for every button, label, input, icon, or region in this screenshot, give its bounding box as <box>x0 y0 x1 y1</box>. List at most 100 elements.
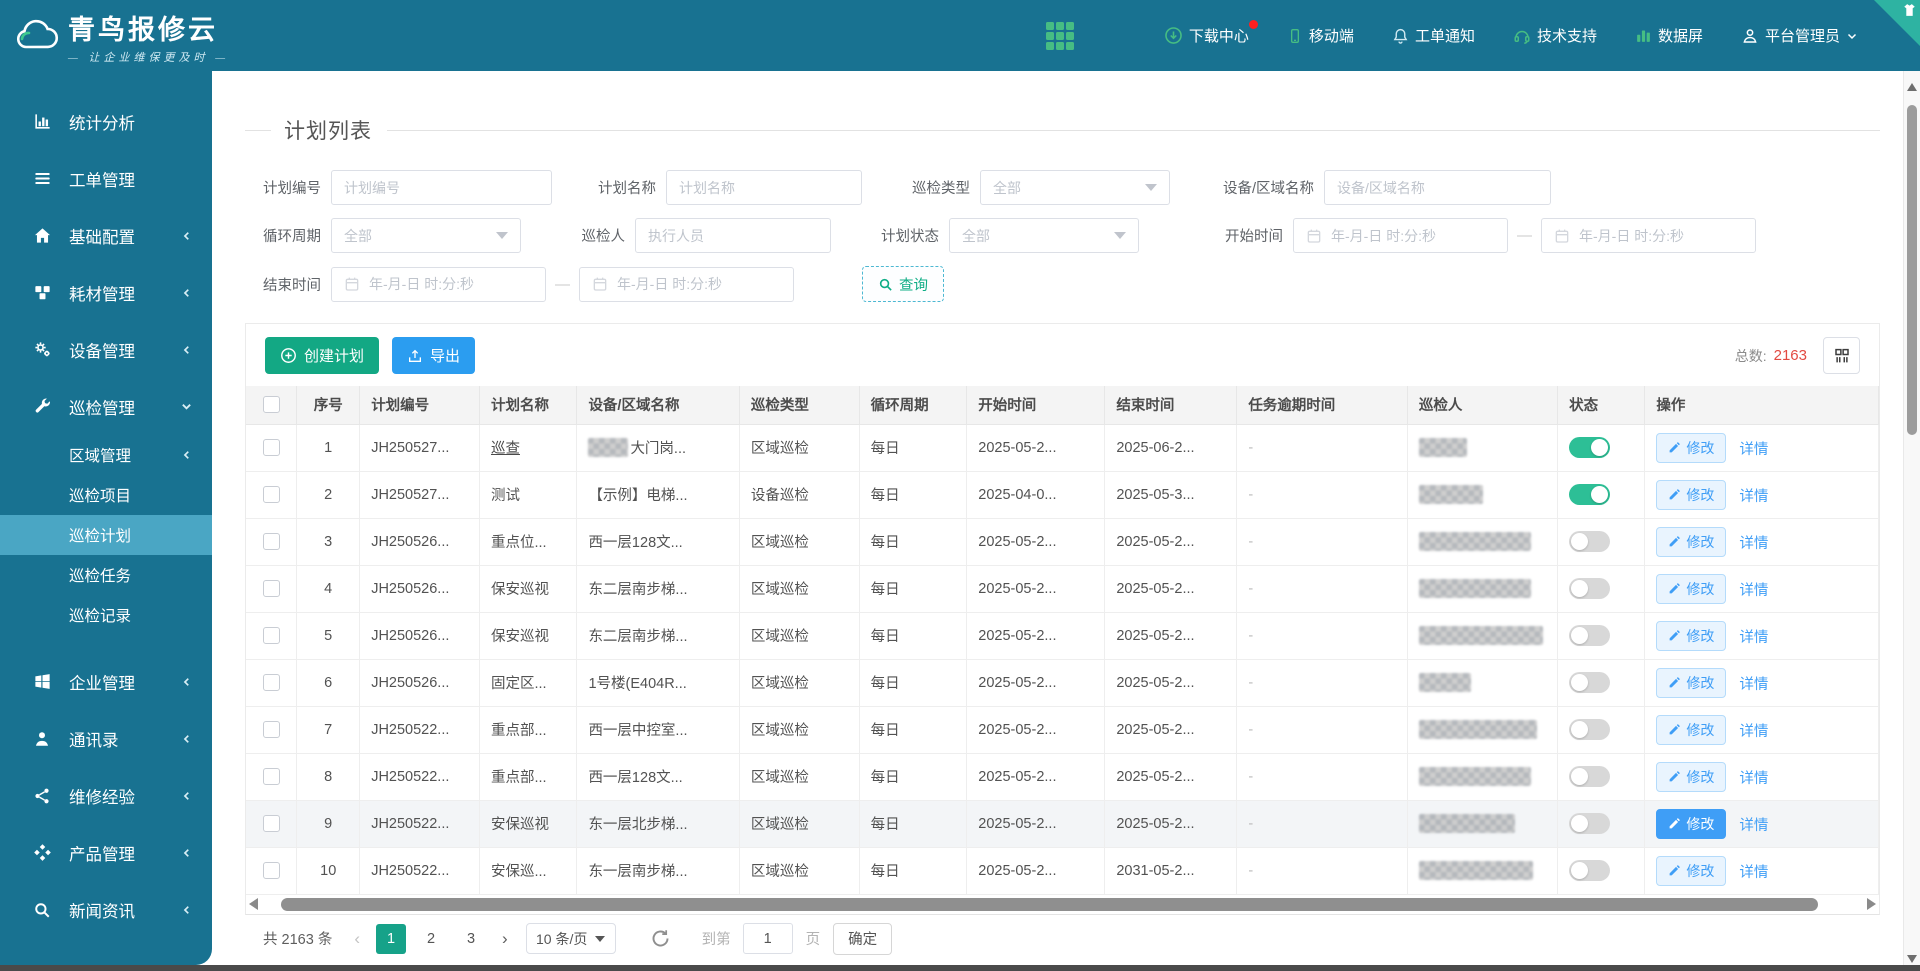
date-input-结束时间-2[interactable]: 年-月-日 时:分:秒 <box>579 267 794 302</box>
scroll-right-arrow-icon[interactable] <box>1867 898 1876 910</box>
row-checkbox[interactable] <box>263 674 280 691</box>
status-toggle[interactable] <box>1569 813 1610 834</box>
edit-button[interactable]: 修改 <box>1656 527 1726 557</box>
vertical-scroll-thumb[interactable] <box>1907 105 1917 435</box>
sidebar-item-巡检项目[interactable]: 巡检项目 <box>0 475 212 515</box>
page-size-select[interactable]: 10 条/页 <box>526 923 616 954</box>
redacted-inspector <box>1419 579 1531 598</box>
row-checkbox[interactable] <box>263 768 280 785</box>
nav-item-bell[interactable]: 工单通知 <box>1392 25 1475 46</box>
detail-link[interactable]: 详情 <box>1739 677 1768 693</box>
pagination-next-button[interactable]: › <box>502 929 508 949</box>
edit-button[interactable]: 修改 <box>1656 715 1726 745</box>
edit-button[interactable]: 修改 <box>1656 668 1726 698</box>
sidebar-item-产品管理[interactable]: 产品管理 <box>0 824 212 881</box>
create-plan-button[interactable]: 创建计划 <box>265 337 379 374</box>
sidebar-item-企业管理[interactable]: 企业管理 <box>0 653 212 710</box>
sidebar-item-巡检计划[interactable]: 巡检计划 <box>0 515 212 555</box>
filter-select-计划状态[interactable]: 全部 <box>949 218 1139 253</box>
row-checkbox[interactable] <box>263 486 280 503</box>
detail-link[interactable]: 详情 <box>1739 818 1768 834</box>
vertical-scrollbar[interactable] <box>1903 71 1920 971</box>
detail-link[interactable]: 详情 <box>1739 865 1768 881</box>
date-input-结束时间-1[interactable]: 年-月-日 时:分:秒 <box>331 267 546 302</box>
sidebar-item-区域管理[interactable]: 区域管理 <box>0 435 212 475</box>
filter-select-循环周期[interactable]: 全部 <box>331 218 521 253</box>
status-toggle[interactable] <box>1569 484 1610 505</box>
scroll-up-arrow-icon[interactable] <box>1907 83 1917 91</box>
search-button[interactable]: 查询 <box>862 266 944 302</box>
row-checkbox[interactable] <box>263 627 280 644</box>
filter-select-巡检类型[interactable]: 全部 <box>980 170 1170 205</box>
nav-item-user[interactable]: 平台管理员 <box>1741 25 1858 46</box>
status-toggle[interactable] <box>1569 578 1610 599</box>
edit-button[interactable]: 修改 <box>1656 574 1726 604</box>
sidebar-item-巡检任务[interactable]: 巡检任务 <box>0 555 212 595</box>
edit-button[interactable]: 修改 <box>1656 856 1726 886</box>
redacted-inspector <box>1419 485 1483 504</box>
sidebar-item-巡检记录[interactable]: 巡检记录 <box>0 595 212 635</box>
status-toggle[interactable] <box>1569 766 1610 787</box>
apps-grid-icon[interactable] <box>1046 22 1074 50</box>
export-button[interactable]: 导出 <box>392 337 475 374</box>
status-toggle[interactable] <box>1569 719 1610 740</box>
filter-input-计划名称[interactable]: 计划名称 <box>666 170 862 205</box>
scroll-down-arrow-icon[interactable] <box>1907 955 1917 963</box>
sidebar-item-统计分析[interactable]: 统计分析 <box>0 93 212 150</box>
page-button-1[interactable]: 1 <box>376 924 406 954</box>
sidebar-item-耗材管理[interactable]: 耗材管理 <box>0 264 212 321</box>
date-input-开始时间-1[interactable]: 年-月-日 时:分:秒 <box>1293 218 1508 253</box>
plan-name-link[interactable]: 巡查 <box>491 441 520 457</box>
sidebar-item-维修经验[interactable]: 维修经验 <box>0 767 212 824</box>
detail-link[interactable]: 详情 <box>1739 771 1768 787</box>
edit-button[interactable]: 修改 <box>1656 809 1726 839</box>
sidebar-item-通讯录[interactable]: 通讯录 <box>0 710 212 767</box>
detail-link[interactable]: 详情 <box>1739 630 1768 646</box>
scroll-left-arrow-icon[interactable] <box>249 898 258 910</box>
status-toggle[interactable] <box>1569 437 1610 458</box>
edit-button[interactable]: 修改 <box>1656 762 1726 792</box>
status-toggle[interactable] <box>1569 672 1610 693</box>
select-all-checkbox[interactable] <box>263 396 280 413</box>
row-checkbox[interactable] <box>263 815 280 832</box>
sidebar-item-新闻资讯[interactable]: 新闻资讯 <box>0 881 212 938</box>
nav-item-headset[interactable]: 技术支持 <box>1513 25 1597 46</box>
sidebar-item-工单管理[interactable]: 工单管理 <box>0 150 212 207</box>
nav-item-cloud-download[interactable]: 下载中心 <box>1164 25 1249 46</box>
row-checkbox[interactable] <box>263 580 280 597</box>
nav-item-bar-chart[interactable]: 数据屏 <box>1635 25 1703 46</box>
page-button-2[interactable]: 2 <box>416 924 446 954</box>
row-checkbox[interactable] <box>263 439 280 456</box>
edit-button[interactable]: 修改 <box>1656 433 1726 463</box>
horizontal-scroll-thumb[interactable] <box>281 898 1818 911</box>
detail-link[interactable]: 详情 <box>1739 536 1768 552</box>
column-settings-button[interactable] <box>1823 337 1860 374</box>
status-toggle[interactable] <box>1569 625 1610 646</box>
goto-page-input[interactable]: 1 <box>743 923 793 954</box>
sidebar-item-设备管理[interactable]: 设备管理 <box>0 321 212 378</box>
edit-button[interactable]: 修改 <box>1656 480 1726 510</box>
filter-input-巡检人[interactable]: 执行人员 <box>635 218 831 253</box>
horizontal-scroll-track[interactable] <box>265 898 1860 911</box>
pagination-prev-button[interactable]: ‹ <box>354 929 360 949</box>
shirt-icon[interactable] <box>1902 3 1917 22</box>
sidebar-item-巡检管理[interactable]: 巡检管理 <box>0 378 212 435</box>
row-checkbox[interactable] <box>263 721 280 738</box>
row-checkbox[interactable] <box>263 533 280 550</box>
filter-input-计划编号[interactable]: 计划编号 <box>331 170 552 205</box>
filter-input-设备/区域名称[interactable]: 设备/区域名称 <box>1324 170 1551 205</box>
sidebar-item-基础配置[interactable]: 基础配置 <box>0 207 212 264</box>
detail-link[interactable]: 详情 <box>1739 489 1768 505</box>
page-button-3[interactable]: 3 <box>456 924 486 954</box>
status-toggle[interactable] <box>1569 531 1610 552</box>
detail-link[interactable]: 详情 <box>1739 583 1768 599</box>
nav-item-phone[interactable]: 移动端 <box>1287 25 1354 46</box>
goto-confirm-button[interactable]: 确定 <box>833 923 892 955</box>
row-checkbox[interactable] <box>263 862 280 879</box>
refresh-icon[interactable] <box>650 928 671 949</box>
detail-link[interactable]: 详情 <box>1739 724 1768 740</box>
status-toggle[interactable] <box>1569 860 1610 881</box>
detail-link[interactable]: 详情 <box>1739 442 1768 458</box>
date-input-开始时间-2[interactable]: 年-月-日 时:分:秒 <box>1541 218 1756 253</box>
edit-button[interactable]: 修改 <box>1656 621 1726 651</box>
